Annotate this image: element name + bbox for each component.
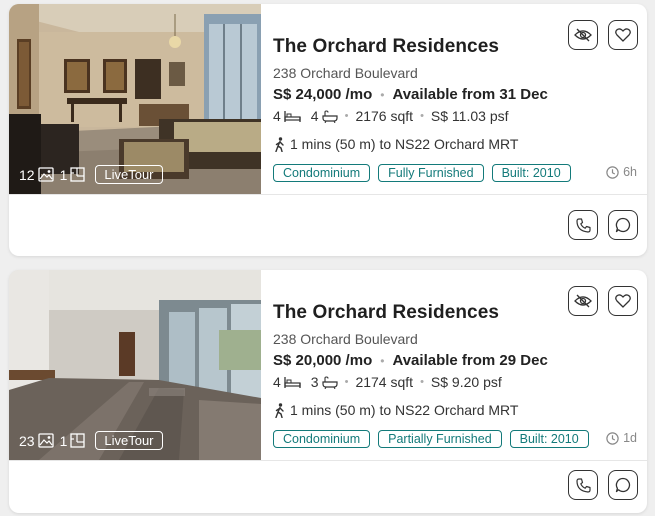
listing-psf: S$ 11.03 psf	[430, 108, 509, 124]
card-divider	[9, 460, 647, 461]
listing-area: 2176 sqft	[355, 108, 414, 124]
listing-address: 238 Orchard Boulevard	[273, 65, 418, 81]
tag-furnishing: Fully Furnished	[378, 164, 484, 182]
mrt-text: 1 mins (50 m) to NS22 Orchard MRT	[290, 402, 519, 418]
beds: 4	[273, 374, 301, 390]
phone-icon	[575, 217, 591, 233]
photo-count-value: 12	[19, 166, 35, 183]
listing-price: S$ 20,000 /mo	[273, 352, 373, 369]
beds-value: 4	[273, 108, 281, 124]
card-divider	[9, 194, 647, 195]
listing-card[interactable]: 12 1 LiveTour The Orchard Residences 238…	[9, 4, 647, 256]
availability: Available from 29 Dec	[392, 352, 548, 369]
phone-icon	[575, 477, 591, 493]
tag-built-year: Built: 2010	[491, 164, 571, 182]
favorite-button[interactable]	[608, 286, 638, 316]
separator-dot: •	[420, 110, 424, 122]
separator-dot: •	[380, 87, 385, 102]
mrt-line: 1 mins (50 m) to NS22 Orchard MRT	[273, 402, 518, 418]
specs-line: 4 3 • 2174 sqft • S$ 9.20 psf	[273, 374, 502, 390]
floorplan-icon	[70, 433, 86, 448]
baths: 4	[311, 108, 338, 124]
bath-icon	[321, 375, 338, 389]
baths-value: 3	[310, 374, 319, 390]
mrt-text: 1 mins (50 m) to NS22 Orchard MRT	[290, 136, 519, 152]
price-line: S$ 20,000 /mo • Available from 29 Dec	[273, 352, 548, 369]
heart-icon	[615, 294, 631, 308]
beds-value: 4	[273, 374, 281, 390]
clock-icon	[606, 165, 619, 179]
separator-dot: •	[344, 376, 349, 388]
listing-psf: S$ 9.20 psf	[430, 374, 502, 390]
bath-icon	[321, 109, 338, 123]
listing-card[interactable]: 23 1 LiveTour The Orchard Residences 238…	[9, 270, 647, 513]
floorplan-icon	[70, 167, 86, 182]
livetour-badge[interactable]: LiveTour	[95, 165, 163, 184]
specs-line: 4 4 • 2176 sqft • S$ 11.03 psf	[273, 108, 509, 124]
clock-icon	[606, 431, 619, 445]
photo-overlay: 12 1 LiveTour	[19, 165, 163, 184]
chat-icon	[615, 217, 631, 233]
hide-listing-button[interactable]	[568, 286, 598, 316]
separator-dot: •	[344, 110, 349, 122]
floorplan-count-value: 1	[59, 432, 68, 449]
call-button[interactable]	[568, 470, 598, 500]
listing-title[interactable]: The Orchard Residences	[273, 302, 499, 324]
listing-age: 1d	[606, 431, 637, 445]
tag-list: Condominium Partially Furnished Built: 2…	[273, 430, 589, 448]
tag-property-type: Condominium	[273, 430, 371, 448]
eye-off-icon	[574, 28, 592, 42]
listing-area: 2174 sqft	[355, 374, 414, 390]
baths-value: 4	[310, 108, 319, 124]
baths: 3	[311, 374, 338, 390]
tag-property-type: Condominium	[273, 164, 371, 182]
listing-age-value: 6h	[623, 165, 637, 179]
hide-listing-button[interactable]	[568, 20, 598, 50]
chat-button[interactable]	[608, 210, 638, 240]
favorite-button[interactable]	[608, 20, 638, 50]
mrt-line: 1 mins (50 m) to NS22 Orchard MRT	[273, 136, 518, 152]
image-icon	[37, 433, 54, 448]
walk-icon	[275, 402, 284, 418]
listing-photo[interactable]: 23 1 LiveTour	[9, 270, 261, 460]
listing-title[interactable]: The Orchard Residences	[273, 36, 499, 58]
call-button[interactable]	[568, 210, 598, 240]
tag-furnishing: Partially Furnished	[378, 430, 502, 448]
availability: Available from 31 Dec	[392, 86, 548, 103]
tag-built-year: Built: 2010	[509, 430, 589, 448]
image-icon	[37, 167, 54, 182]
bed-icon	[284, 110, 301, 122]
floorplan-count[interactable]: 1	[60, 433, 86, 449]
floorplan-count-value: 1	[59, 166, 68, 183]
listing-age-value: 1d	[623, 431, 637, 445]
heart-icon	[615, 28, 631, 42]
price-line: S$ 24,000 /mo • Available from 31 Dec	[273, 86, 548, 103]
photo-count[interactable]: 23	[19, 433, 54, 449]
listing-age: 6h	[606, 165, 637, 179]
floorplan-count[interactable]: 1	[60, 167, 86, 183]
eye-off-icon	[574, 294, 592, 308]
chat-button[interactable]	[608, 470, 638, 500]
chat-icon	[615, 477, 631, 493]
photo-count-value: 23	[19, 432, 35, 449]
listing-photo[interactable]: 12 1 LiveTour	[9, 4, 261, 194]
bed-icon	[284, 376, 301, 388]
livetour-badge[interactable]: LiveTour	[95, 431, 163, 450]
separator-dot: •	[380, 353, 385, 368]
beds: 4	[273, 108, 301, 124]
separator-dot: •	[420, 376, 424, 388]
photo-overlay: 23 1 LiveTour	[19, 431, 163, 450]
listing-price: S$ 24,000 /mo	[273, 86, 373, 103]
photo-count[interactable]: 12	[19, 167, 54, 183]
listing-address: 238 Orchard Boulevard	[273, 331, 418, 347]
tag-list: Condominium Fully Furnished Built: 2010	[273, 164, 571, 182]
walk-icon	[275, 136, 284, 152]
